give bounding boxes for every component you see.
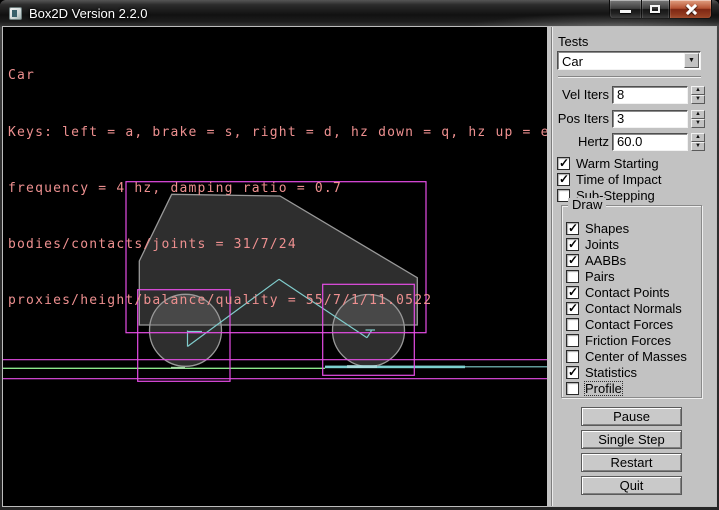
vel-iters-row: Vel Iters 8 ▲ ▼ [552, 86, 717, 104]
hertz-stepper: ▲ ▼ [691, 133, 705, 151]
title-bar[interactable]: Box2D Version 2.2.0 [0, 0, 719, 27]
vel-iters-stepper: ▲ ▼ [691, 86, 705, 104]
checkbox-label: Contact Forces [585, 318, 673, 331]
pos-iters-stepper: ▲ ▼ [691, 110, 705, 128]
checkbox-box[interactable]: ✓ [566, 222, 579, 235]
hertz-label: Hertz [552, 133, 609, 151]
stats-line: Car [8, 67, 550, 86]
checkbox-box[interactable]: ✓ [566, 302, 579, 315]
checkmark-icon: ✓ [559, 172, 569, 186]
single-step-button[interactable]: Single Step [581, 430, 682, 449]
checkmark-icon: ✓ [568, 253, 578, 267]
checkbox-box[interactable]: ✓ [566, 286, 579, 299]
checkmark-icon: ✓ [568, 301, 578, 315]
checkbox-box[interactable] [566, 318, 579, 331]
maximize-icon [650, 5, 660, 13]
checkbox-label: Shapes [585, 222, 629, 235]
checkbox-box[interactable]: ✓ [557, 157, 570, 170]
pause-button[interactable]: Pause [581, 407, 682, 426]
checkbox-label: AABBs [585, 254, 626, 267]
stats-text: Car Keys: left = a, brake = s, right = d… [8, 30, 550, 348]
caption-buttons [609, 0, 712, 19]
checkbox-label: Statistics [585, 366, 637, 379]
spinner-up-icon[interactable]: ▲ [691, 110, 705, 119]
ground-bridge-cyan [325, 366, 465, 369]
box2d-app-icon [9, 7, 22, 20]
pos-iters-field[interactable]: 3 [612, 110, 688, 128]
checkbox-box[interactable] [566, 350, 579, 363]
checkmark-icon: ✓ [568, 221, 578, 235]
checkbox-box[interactable]: ✓ [566, 254, 579, 267]
checkbox-label: Contact Normals [585, 302, 682, 315]
checkbox-label: Warm Starting [576, 157, 659, 170]
stats-line: bodies/contacts/joints = 31/7/24 [8, 236, 550, 255]
checkbox-box[interactable] [566, 382, 579, 395]
minimize-button[interactable] [609, 0, 642, 19]
spinner-up-icon[interactable]: ▲ [691, 133, 705, 142]
close-icon [685, 3, 698, 16]
checkbox-box[interactable]: ✓ [557, 173, 570, 186]
checkmark-icon: ✓ [568, 237, 578, 251]
hertz-field[interactable]: 60.0 [612, 133, 688, 151]
checkbox-label: Joints [585, 238, 619, 251]
hertz-row: Hertz 60.0 ▲ ▼ [552, 133, 717, 151]
chevron-down-icon[interactable]: ▼ [684, 53, 699, 68]
vel-iters-field[interactable]: 8 [612, 86, 688, 104]
stats-line: Keys: left = a, brake = s, right = d, hz… [8, 124, 550, 143]
maximize-button[interactable] [642, 0, 669, 19]
checkbox-box[interactable]: ✓ [566, 238, 579, 251]
window-title: Box2D Version 2.2.0 [29, 6, 148, 21]
quit-button[interactable]: Quit [581, 476, 682, 495]
app-window: Box2D Version 2.2.0 [0, 0, 719, 510]
contact-point-right [347, 365, 377, 368]
checkbox-label: Contact Points [585, 286, 670, 299]
checkbox-label: Pairs [585, 270, 615, 283]
tests-dropdown-value: Car [562, 54, 583, 69]
spinner-down-icon[interactable]: ▼ [691, 119, 705, 128]
simulation-canvas[interactable]: Car Keys: left = a, brake = s, right = d… [3, 27, 551, 506]
contact-point-left [171, 367, 185, 369]
minimize-icon [620, 10, 631, 13]
checkbox-label: Center of Masses [585, 350, 687, 363]
spinner-down-icon[interactable]: ▼ [691, 95, 705, 104]
checkbox-box[interactable]: ✓ [566, 366, 579, 379]
tests-label: Tests [558, 35, 588, 49]
vel-iters-label: Vel Iters [552, 86, 609, 104]
stats-line: proxies/height/balance/quality = 55/7/1/… [8, 292, 550, 311]
tests-dropdown[interactable]: Car ▼ [557, 51, 701, 70]
checkbox-label: Profile [585, 382, 622, 395]
checkmark-icon: ✓ [568, 285, 578, 299]
checkbox-box[interactable] [566, 270, 579, 283]
spinner-up-icon[interactable]: ▲ [691, 86, 705, 95]
separator [558, 76, 701, 78]
draw-group-title: Draw [568, 198, 606, 212]
pos-iters-label: Pos Iters [552, 110, 609, 128]
spinner-down-icon[interactable]: ▼ [691, 142, 705, 151]
checkbox-label: Friction Forces [585, 334, 671, 347]
checkmark-icon: ✓ [568, 365, 578, 379]
checkbox-label: Time of Impact [576, 173, 661, 186]
checkmark-icon: ✓ [559, 156, 569, 170]
stats-line: frequency = 4 hz, damping ratio = 0.7 [8, 180, 550, 199]
restart-button[interactable]: Restart [581, 453, 682, 472]
checkbox-box[interactable] [566, 334, 579, 347]
control-panel: Tests Car ▼ Vel Iters 8 ▲ ▼ Pos Iters 3 … [551, 27, 716, 506]
client-area: Car Keys: left = a, brake = s, right = d… [3, 27, 716, 506]
close-button[interactable] [669, 0, 712, 19]
pos-iters-row: Pos Iters 3 ▲ ▼ [552, 110, 717, 128]
